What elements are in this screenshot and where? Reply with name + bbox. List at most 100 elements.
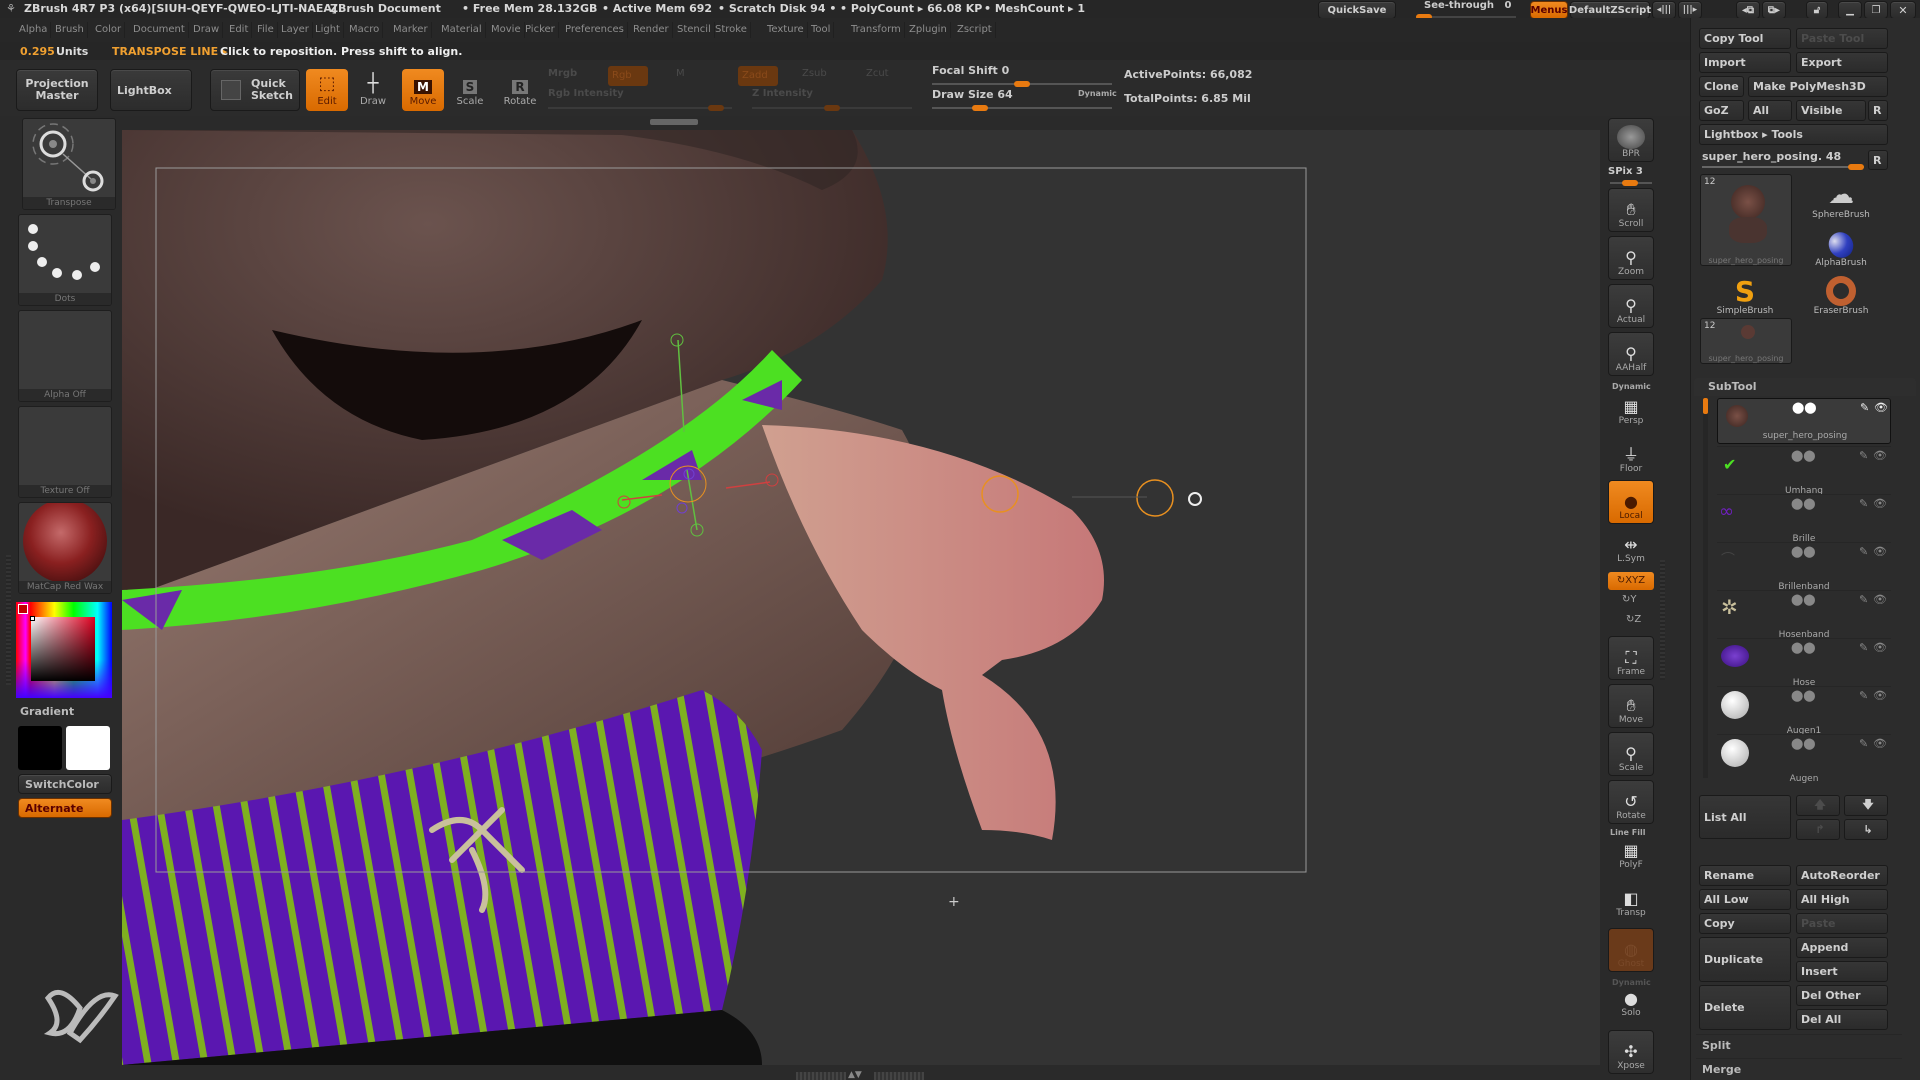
subtool-item[interactable]: ✔ ⬤⬤ ✎ 👁︎ Umhang (1717, 446, 1891, 496)
z-intensity-slider[interactable] (752, 105, 912, 111)
tool-simple-brush[interactable]: S SimpleBrush (1700, 270, 1790, 317)
tool-thumb-super-hero-2[interactable]: 12 super_hero_posing (1700, 318, 1792, 364)
close-icon[interactable]: ✕ (1890, 1, 1916, 19)
menu-marker[interactable]: Marker (390, 22, 432, 38)
scale-button[interactable]: S Scale (450, 69, 490, 111)
canvas-viewport[interactable]: + (122, 130, 1600, 1065)
visibility-eye-icon[interactable]: 👁︎ (1873, 737, 1887, 750)
move-down-icon[interactable]: 🡇 (1844, 795, 1888, 816)
switch-color-button[interactable]: SwitchColor (18, 774, 112, 794)
secondary-color-swatch[interactable] (66, 726, 110, 770)
rgb-intensity-slider[interactable] (548, 105, 732, 111)
transpose-thumb[interactable]: Transpose (22, 118, 116, 210)
menu-render[interactable]: Render (630, 22, 673, 38)
floor-button[interactable]: ⏚ Floor (1608, 436, 1654, 476)
persp-button[interactable]: ▦ Persp (1608, 388, 1654, 428)
brush-toggle-icon[interactable]: ✎ (1859, 641, 1868, 654)
scroll-button[interactable]: ✋︎ Scroll (1608, 188, 1654, 232)
spix-knob[interactable] (1622, 180, 1638, 186)
goz-all-button[interactable]: All (1748, 100, 1792, 121)
del-all-button[interactable]: Del All (1796, 1009, 1888, 1030)
visibility-eye-icon[interactable]: 👁︎ (1873, 593, 1887, 606)
aahalf-button[interactable]: ⚲ AAHalf (1608, 332, 1654, 376)
z-intensity-knob[interactable] (824, 105, 840, 111)
menu-layer[interactable]: Layer (278, 22, 313, 38)
edit-button[interactable]: ⬚ Edit (306, 69, 348, 111)
quick-sketch-button[interactable]: Quick Sketch (210, 69, 300, 111)
rotate-button[interactable]: R Rotate (500, 69, 540, 111)
visibility-eye-icon[interactable]: 👁︎ (1873, 449, 1887, 462)
menu-picker[interactable]: Picker (522, 22, 559, 38)
tool-slider[interactable] (1702, 164, 1864, 170)
lock-icon[interactable]: 🔓︎ (1806, 1, 1828, 19)
visibility-eye-icon[interactable]: 👁︎ (1873, 689, 1887, 702)
zcut-button[interactable]: Zcut (866, 68, 889, 79)
z-rotate-button[interactable]: ↻Z (1626, 614, 1641, 625)
move-folder-icon[interactable]: ↱ (1796, 819, 1840, 840)
brush-toggle-icon[interactable]: ✎ (1859, 593, 1868, 606)
subtool-scrollbar[interactable] (1703, 398, 1708, 778)
gradient-button[interactable]: Gradient (18, 702, 112, 722)
delete-button[interactable]: Delete (1699, 985, 1791, 1030)
brush-toggle-icon[interactable]: ✎ (1860, 401, 1869, 414)
subtool-item[interactable]: ⬤⬤ ✎ 👁︎ Augen1 (1717, 686, 1891, 736)
local-button[interactable]: ● Local (1608, 480, 1654, 524)
polypaint-toggle-icon[interactable]: ⬤⬤ (1791, 449, 1816, 462)
lightbox-tools-button[interactable]: Lightbox ▸ Tools (1699, 124, 1888, 145)
insert-button[interactable]: Insert (1796, 961, 1888, 982)
menu-preferences[interactable]: Preferences (562, 22, 628, 38)
top-shelf-scrollbar[interactable] (650, 119, 698, 125)
visibility-eye-icon[interactable]: 👁︎ (1873, 497, 1887, 510)
menu-transform[interactable]: Transform (848, 22, 905, 38)
split-section[interactable]: Split (1696, 1034, 1902, 1056)
projection-master-button[interactable]: Projection Master (16, 69, 98, 111)
main-color-swatch[interactable] (18, 604, 28, 614)
color-picker[interactable] (16, 602, 112, 698)
ghost-button[interactable]: ◍ Ghost (1608, 928, 1654, 972)
focal-shift-knob[interactable] (1014, 81, 1030, 87)
focal-shift-slider[interactable] (932, 81, 1112, 87)
tool-r-button[interactable]: R (1868, 150, 1888, 170)
tool-alpha-brush[interactable]: AlphaBrush (1796, 222, 1886, 268)
move-view-button[interactable]: ✋︎ Move (1608, 684, 1654, 728)
bpr-button[interactable]: BPR (1608, 118, 1654, 162)
next-layout-icon[interactable]: ⧉▸ (1762, 1, 1786, 19)
merge-section[interactable]: Merge (1696, 1058, 1902, 1080)
main-color-gradient-swatch[interactable] (18, 726, 62, 770)
scale-view-button[interactable]: ⚲ Scale (1608, 732, 1654, 776)
brush-toggle-icon[interactable]: ✎ (1859, 449, 1868, 462)
xpose-button[interactable]: ✣ Xpose (1608, 1030, 1654, 1074)
menu-zscript[interactable]: Zscript (954, 22, 996, 38)
auto-reorder-button[interactable]: AutoReorder (1796, 865, 1888, 886)
paste-subtool-button[interactable]: Paste (1796, 913, 1888, 934)
m-button[interactable]: M (676, 68, 685, 79)
menu-macro[interactable]: Macro (346, 22, 384, 38)
visibility-eye-icon[interactable]: 👁︎ (1874, 401, 1888, 414)
all-low-button[interactable]: All Low (1699, 889, 1791, 910)
prev-layout-icon[interactable]: ◂⧉ (1736, 1, 1760, 19)
move-up-icon[interactable]: 🡅 (1796, 795, 1840, 816)
move-button[interactable]: M Move (402, 69, 444, 111)
visibility-eye-icon[interactable]: 👁︎ (1873, 545, 1887, 558)
rotate-view-button[interactable]: ↺ Rotate (1608, 780, 1654, 824)
paste-tool-button[interactable]: Paste Tool (1796, 28, 1888, 49)
tool-sphere-brush[interactable]: ☁ SphereBrush (1796, 174, 1886, 220)
subtool-item[interactable]: ⬤⬤ ✎ 👁︎ Augen (1717, 734, 1891, 784)
color-cursor[interactable] (30, 616, 35, 621)
del-other-button[interactable]: Del Other (1796, 985, 1888, 1006)
zsub-button[interactable]: Zsub (802, 68, 827, 79)
default-zscript-button[interactable]: DefaultZScript (1569, 1, 1651, 19)
polypaint-toggle-icon[interactable]: ⬤⬤ (1791, 641, 1816, 654)
y-rotate-button[interactable]: ↻Y (1622, 594, 1637, 605)
menu-material[interactable]: Material (438, 22, 486, 38)
brush-toggle-icon[interactable]: ✎ (1859, 737, 1868, 750)
goz-visible-button[interactable]: Visible (1796, 100, 1866, 121)
alternate-button[interactable]: Alternate (18, 798, 112, 818)
menu-brush[interactable]: Brush (52, 22, 88, 38)
texture-thumb[interactable]: Texture Off (18, 406, 112, 498)
right-tray-handle[interactable] (1660, 560, 1665, 680)
menu-document[interactable]: Document (130, 22, 189, 38)
menu-stencil[interactable]: Stencil (674, 22, 715, 38)
polypaint-toggle-icon[interactable]: ⬤⬤ (1792, 401, 1817, 414)
bottom-tray-toggle-icon[interactable]: ▲▼ (848, 1070, 862, 1080)
